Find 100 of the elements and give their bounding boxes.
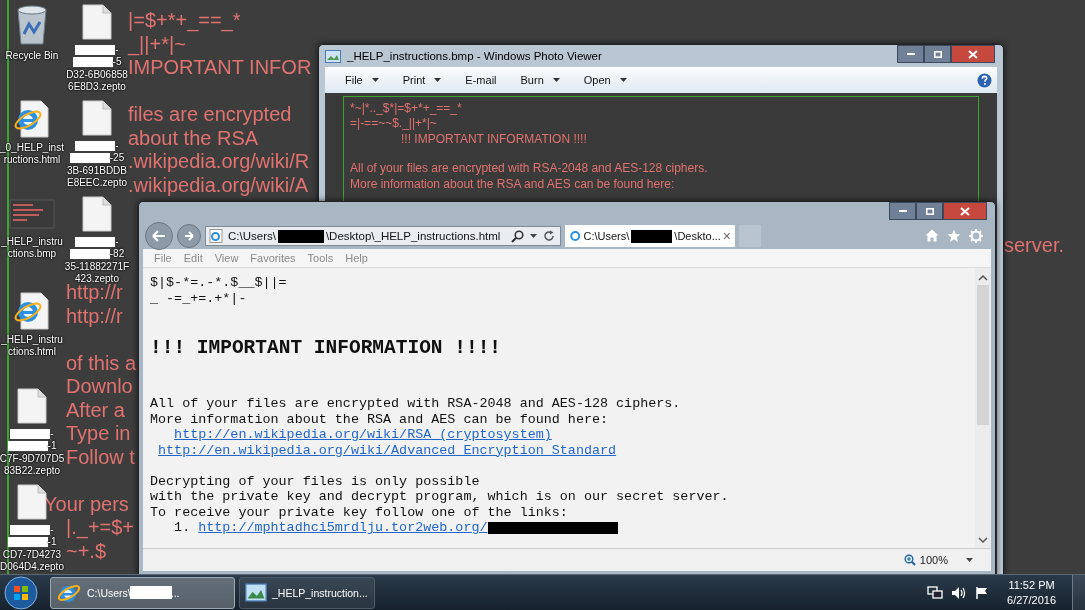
icon-label[interactable]: D32-6B06858 <box>66 68 128 81</box>
wallpaper-text: Follow t <box>66 445 135 469</box>
file-icon[interactable] <box>17 388 47 424</box>
file-icon[interactable] <box>82 100 112 136</box>
list-number: 1. <box>174 520 191 536</box>
icon-label[interactable]: -5 <box>112 56 122 69</box>
scrollbar-thumb[interactable] <box>977 285 989 425</box>
taskbar-button[interactable]: C:\Users\ ... <box>50 576 235 609</box>
wallpaper-text: |=$+*+_==_* <box>128 9 241 33</box>
page-text: Decrypting of your files is only possible <box>150 473 480 489</box>
image-thumbnail-icon[interactable] <box>9 196 55 232</box>
icon-label[interactable]: - <box>50 524 54 537</box>
caret-icon[interactable] <box>966 558 973 562</box>
icon-label[interactable]: 3B-691BDDB <box>66 164 127 177</box>
zoom-icon[interactable] <box>903 554 916 566</box>
wallpaper-text: |._+=$+ <box>66 516 135 540</box>
maximize-button[interactable] <box>916 202 943 220</box>
recycle-bin-icon[interactable] <box>15 4 49 46</box>
icon-label[interactable]: - <box>115 44 119 57</box>
redaction-bar <box>129 586 172 600</box>
toolbar-menu-button[interactable]: Burn <box>510 71 570 89</box>
minimize-button[interactable] <box>889 202 916 220</box>
forward-button[interactable] <box>177 224 201 248</box>
toolbar-menu-button[interactable]: Print <box>392 71 452 89</box>
image-text: All of your files are encrypted with RSA-2048 and AES-128 ciphers. <box>350 161 709 177</box>
star-icon[interactable] <box>947 229 961 243</box>
help-icon[interactable] <box>977 72 992 88</box>
page-heading: !!! IMPORTANT INFORMATION !!!! <box>150 336 503 360</box>
icon-label[interactable]: CD7-7D4273 <box>2 548 62 561</box>
window-title: _HELP_instructions.bmp - Windows Photo Viewer <box>347 50 602 62</box>
photo-icon <box>245 583 267 603</box>
icon-label[interactable]: -1 <box>47 536 57 549</box>
caret-icon <box>552 78 560 82</box>
icon-label[interactable]: Recycle Bin <box>5 50 59 63</box>
caret-icon <box>619 78 627 82</box>
browser-tab[interactable]: C:\Users\ \Deskto...× <box>565 225 735 247</box>
wallpaper-text: ~+.$ <box>66 539 107 563</box>
scrollbar[interactable] <box>975 268 991 548</box>
flag-icon[interactable] <box>975 585 990 600</box>
maximize-button[interactable] <box>924 45 951 63</box>
dropdown-icon[interactable] <box>530 234 537 238</box>
toolbar-menu-button[interactable]: Open <box>573 71 637 89</box>
browser-file-icon[interactable] <box>13 292 51 330</box>
close-button[interactable] <box>943 202 987 220</box>
close-button[interactable] <box>951 45 995 63</box>
icon-label[interactable]: ctions.html <box>8 346 56 359</box>
browser-file-icon[interactable] <box>13 100 51 138</box>
icon-label[interactable]: _HELP_instru <box>1 236 63 249</box>
network-icon[interactable] <box>927 585 944 600</box>
caret-icon <box>434 78 442 82</box>
refresh-icon[interactable] <box>543 230 555 242</box>
clock-time[interactable]: 11:52 PM <box>1008 577 1055 593</box>
icon-label[interactable]: -82 <box>109 248 125 261</box>
scroll-up-icon[interactable] <box>978 274 988 281</box>
address-bar[interactable]: C:\Users\ \Desktop\_HELP_instructions.html <box>205 226 561 246</box>
link[interactable]: http://en.wikipedia.org/wiki/Advanced_Encryption_Standard <box>158 442 617 458</box>
page-text: To receive your private key follow one of the links: <box>150 504 568 520</box>
file-icon[interactable] <box>17 484 47 520</box>
wallpaper-text: Type in <box>66 422 131 446</box>
icon-label[interactable]: ructions.html <box>3 154 61 167</box>
icon-label[interactable]: - <box>50 428 54 441</box>
taskbar-button[interactable]: _HELP_instruction... <box>239 576 375 609</box>
volume-icon[interactable] <box>951 585 968 600</box>
scroll-down-icon[interactable] <box>978 537 988 544</box>
close-tab-button[interactable]: × <box>722 228 735 244</box>
icon-label[interactable]: 83B22.zepto <box>3 464 61 478</box>
icon-label[interactable]: _HELP_instru <box>1 334 63 347</box>
tab-title: \Deskto... <box>674 230 721 242</box>
clock-date[interactable]: 6/27/2016 <box>1007 592 1056 608</box>
search-icon[interactable] <box>511 229 524 243</box>
minimize-button[interactable] <box>897 45 924 63</box>
icon-label[interactable]: -25 <box>109 152 125 165</box>
wallpaper-text: IMPORTANT INFOR <box>128 56 312 80</box>
icon-label[interactable]: - <box>115 140 119 153</box>
icon-label[interactable]: 6E8D3.zepto <box>68 80 126 94</box>
icon-label[interactable]: D064D4.zepto <box>0 560 64 574</box>
show-desktop-button[interactable] <box>1072 575 1085 610</box>
file-icon[interactable] <box>82 196 112 232</box>
toolbar-menu-button[interactable]: File <box>335 71 389 89</box>
wallpaper-text: _||+*|~ <box>128 32 186 56</box>
icon-label[interactable]: ctions.bmp <box>7 248 57 261</box>
wallpaper-text: about the RSA <box>128 126 259 150</box>
page-text: with the private key and decrypt program, which is on our secret server. <box>150 489 729 505</box>
page-text: _ -=_+=.+*|- <box>150 290 247 306</box>
icon-label[interactable]: - <box>115 236 119 249</box>
maximize-icon <box>933 50 942 58</box>
icon-label[interactable]: C7F-9D707D5 <box>0 452 65 465</box>
icon-label[interactable]: _0_HELP_inst <box>0 142 64 155</box>
back-button[interactable] <box>145 222 173 250</box>
toolbar-menu-button[interactable]: E-mail <box>455 71 507 89</box>
link[interactable]: http://mphtadhci5mrdlju.tor2web.org/ <box>198 520 488 536</box>
file-icon[interactable] <box>82 4 112 40</box>
tab-title: C:\Users\ <box>583 230 630 242</box>
zoom-level[interactable]: 100% <box>919 554 948 566</box>
page-text: All of your files are encrypted with RSA-2048 and AES-128 ciphers. <box>150 396 681 412</box>
icon-label[interactable]: 35-11882271F <box>64 260 130 273</box>
link[interactable]: http://en.wikipedia.org/wiki/RSA_(cryptosystem) <box>174 427 552 443</box>
icon-label[interactable]: -1 <box>47 440 57 453</box>
wallpaper-text: After a <box>66 398 125 422</box>
icon-label[interactable]: E8EEC.zepto <box>66 176 127 190</box>
